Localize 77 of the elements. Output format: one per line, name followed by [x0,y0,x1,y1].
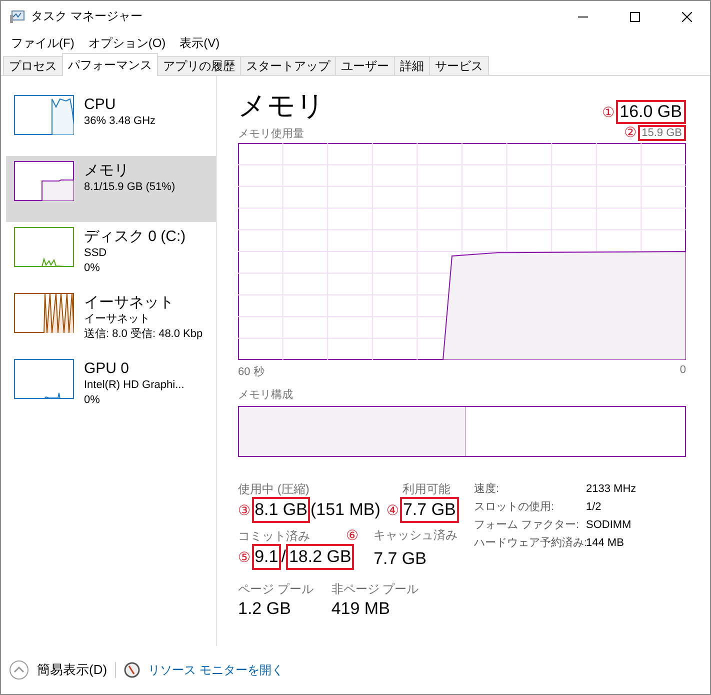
stat-value: 8.1 GB [252,497,310,523]
tab[interactable]: 詳細 [394,56,430,75]
stat-value: 9.1 [252,544,282,570]
tab[interactable]: パフォーマンス [62,53,158,76]
property-label: スロットの使用: [474,500,556,515]
resource-detail: イーサネット [84,312,151,327]
sidebar-item[interactable]: メモリ 8.1/15.9 GB (51%) [6,156,216,222]
resource-detail: SSD [84,246,108,261]
menu-item[interactable]: ファイル(F) [5,32,80,54]
stat-label: 非ページ プール [331,581,419,597]
stat-value: (151 MB) [310,499,380,521]
usage-max: 15.9 GB [638,124,686,140]
chevron-up-icon [9,660,29,680]
section-title: メモリ [238,89,325,123]
annotation-number: ② [624,124,637,141]
resource-detail: 36% 3.48 GHz [84,114,156,129]
chart-label: メモリ使用量 [238,127,304,141]
property-label: 速度: [474,482,500,497]
tab[interactable]: プロセス [3,56,63,75]
window-title: タスク マネージャー [31,8,144,25]
property-value: 1/2 [586,500,602,515]
property-value: 144 MB [586,536,625,551]
app-icon [9,10,25,24]
stat-value: 7.7 GB [400,497,459,523]
fewer-details-button[interactable]: 簡易表示(D) [9,660,108,680]
annotation-number: ④ [386,502,399,518]
property-value: 2133 MHz [586,482,636,497]
stat-label: ページ プール [238,581,314,597]
resource-name: GPU 0 [84,359,130,378]
resource-detail: Intel(R) HD Graphi... [84,378,184,393]
axis-label: 0 [680,364,686,378]
resource-name: メモリ [84,161,130,180]
sidebar-item[interactable]: ディスク 0 (C:) SSD 0% [6,222,216,288]
stat-label: コミット済み [238,528,310,544]
sidebar-item[interactable]: CPU 36% 3.48 GHz [6,90,216,156]
sidebar-item[interactable]: GPU 0 Intel(R) HD Graphi... 0% [6,354,216,420]
tab[interactable]: ユーザー [335,56,395,75]
maximize-icon [630,12,640,22]
resource-name: ディスク 0 (C:) [84,227,186,246]
stat-value: 419 MB [331,598,391,620]
property-label: フォーム ファクター: [474,518,580,533]
sparkline-thumbnail [14,227,74,267]
sparkline-thumbnail [14,293,74,333]
property-value: SODIMM [586,518,632,533]
annotation-number: ③ [238,502,251,518]
stat-label: 使用中 (圧縮) [238,481,310,497]
total-memory: 16.0 GB [616,100,686,124]
resource-detail: 0% [84,261,101,276]
resource-name: イーサネット [84,293,175,312]
stat-label: キャッシュ済み [374,527,458,543]
resource-name: CPU [84,95,117,114]
resource-detail: 8.1/15.9 GB (51%) [84,180,176,195]
close-icon [682,12,692,22]
resource-detail: 送信: 8.0 受信: 48.0 Kbp [84,327,203,342]
property-label: ハードウェア予約済み: [474,536,586,551]
tab[interactable]: スタートアップ [240,56,336,75]
menu-item[interactable]: 表示(V) [174,32,226,54]
gauge-icon [124,662,140,678]
axis-label: 60 秒 [238,365,264,379]
stat-label: 利用可能 [402,481,452,497]
tab[interactable]: サービス [429,56,489,75]
tab[interactable]: アプリの履歴 [157,56,241,75]
sparkline-thumbnail [14,161,74,201]
sidebar-item[interactable]: イーサネット イーサネット 送信: 8.0 受信: 48.0 Kbp [6,288,216,354]
annotation-number: ⑤ [238,548,251,566]
stat-value: 18.2 GB [286,544,354,570]
sparkline-thumbnail [14,95,74,135]
stat-value: 7.7 GB [374,548,428,570]
chart-label: メモリ構成 [238,388,294,402]
resource-detail: 0% [84,393,101,408]
sparkline-thumbnail [14,359,74,399]
resource-monitor-link[interactable]: リソース モニターを開く [148,662,284,678]
separator: / [281,546,286,568]
annotation-number: ⑥ [346,527,359,544]
stat-value: 1.2 GB [238,598,292,620]
menu-item[interactable]: オプション(O) [82,32,172,54]
annotation-number: ① [602,104,615,120]
